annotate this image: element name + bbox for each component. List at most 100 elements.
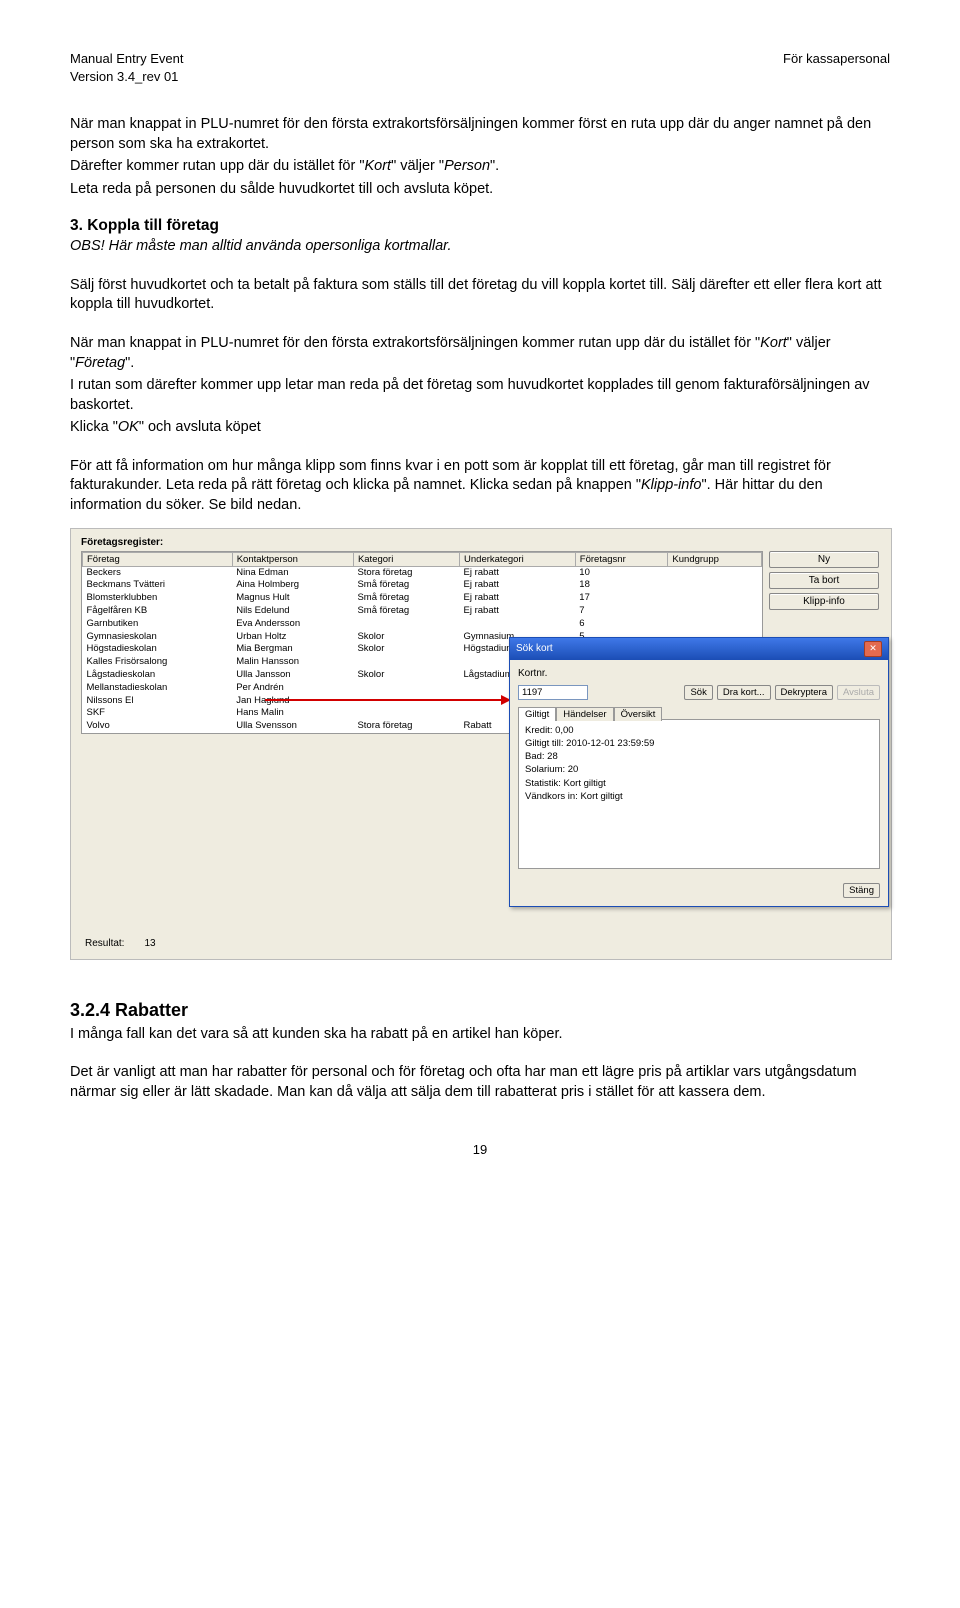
table-cell: Ulla Jansson <box>232 669 353 682</box>
table-cell: Ej rabatt <box>460 566 576 579</box>
tab-oversikt[interactable]: Översikt <box>614 707 663 721</box>
para-8: För att få information om hur många klip… <box>70 457 890 516</box>
doc-audience: För kassapersonal <box>783 50 890 68</box>
table-row[interactable]: Fågelfåren KBNils EdelundSmå företagEj r… <box>83 605 762 618</box>
card-info-line: Kredit: 0,00 <box>525 724 873 737</box>
sok-button[interactable]: Sök <box>684 685 712 700</box>
table-cell <box>668 592 762 605</box>
table-cell <box>668 618 762 631</box>
table-cell <box>668 605 762 618</box>
dra-kort-button[interactable]: Dra kort... <box>717 685 771 700</box>
klipp-info-button[interactable]: Klipp-info <box>769 593 879 610</box>
table-cell: Beckers <box>83 566 233 579</box>
table-cell <box>353 707 459 720</box>
table-cell: Fågelfåren KB <box>83 605 233 618</box>
para-obs: OBS! Här måste man alltid använda operso… <box>70 237 890 257</box>
page-number: 19 <box>70 1142 890 1157</box>
card-info-line: Statistik: Kort giltigt <box>525 777 873 790</box>
table-header[interactable]: Kundgrupp <box>668 552 762 566</box>
table-cell: Urban Holtz <box>232 631 353 644</box>
table-cell: Per Andrén <box>232 682 353 695</box>
dekryptera-button[interactable]: Dekryptera <box>775 685 833 700</box>
table-cell: Blomsterklubben <box>83 592 233 605</box>
card-info-line: Solarium: 20 <box>525 763 873 776</box>
doc-title: Manual Entry Event <box>70 50 183 68</box>
card-info-line: Giltigt till: 2010-12-01 23:59:59 <box>525 737 873 750</box>
panel-label: Företagsregister: <box>81 537 163 548</box>
table-cell: Kalles Frisörsalong <box>83 656 233 669</box>
table-header[interactable]: Kategori <box>353 552 459 566</box>
table-cell: Ej rabatt <box>460 592 576 605</box>
table-row[interactable]: BlomsterklubbenMagnus HultSmå företagEj … <box>83 592 762 605</box>
result-value: 13 <box>144 938 155 949</box>
para-5: När man knappat in PLU-numret för den fö… <box>70 334 890 373</box>
table-cell: Skolor <box>353 643 459 656</box>
table-row[interactable]: GarnbutikenEva Andersson6 <box>83 618 762 631</box>
section-heading-koppla: 3. Koppla till företag <box>70 217 890 235</box>
table-cell <box>353 618 459 631</box>
annotation-arrow <box>265 699 505 701</box>
table-header[interactable]: Underkategori <box>460 552 576 566</box>
stang-button[interactable]: Stäng <box>843 883 880 898</box>
rabatter-p2: Det är vanligt att man har rabatter för … <box>70 1063 890 1102</box>
table-cell: SKF <box>83 707 233 720</box>
table-cell: Aina Holmberg <box>232 579 353 592</box>
table-cell: Jan Haglund <box>232 695 353 708</box>
close-icon[interactable]: ✕ <box>864 641 882 657</box>
table-header[interactable]: Kontaktperson <box>232 552 353 566</box>
table-cell: Gymnasieskolan <box>83 631 233 644</box>
delete-button[interactable]: Ta bort <box>769 572 879 589</box>
table-cell <box>353 695 459 708</box>
table-cell: Ulla Svensson <box>232 720 353 733</box>
table-cell: Mellanstadieskolan <box>83 682 233 695</box>
table-cell: Malin Hansson <box>232 656 353 669</box>
result-label: Resultat: <box>85 938 124 949</box>
table-header[interactable]: Företagsnr <box>575 552 668 566</box>
table-cell: Skolor <box>353 669 459 682</box>
card-info-listbox: Kredit: 0,00Giltigt till: 2010-12-01 23:… <box>518 719 880 869</box>
table-cell: 10 <box>575 566 668 579</box>
table-cell: Nils Edelund <box>232 605 353 618</box>
new-button[interactable]: Ny <box>769 551 879 568</box>
tab-handelser[interactable]: Händelser <box>556 707 613 721</box>
table-cell: 7 <box>575 605 668 618</box>
para-4: Sälj först huvudkortet och ta betalt på … <box>70 276 890 315</box>
para-1: När man knappat in PLU-numret för den fö… <box>70 115 890 154</box>
table-cell <box>460 618 576 631</box>
table-cell: 6 <box>575 618 668 631</box>
table-cell: Hans Malin <box>232 707 353 720</box>
table-cell: Lågstadieskolan <box>83 669 233 682</box>
table-cell: Beckmans Tvätteri <box>83 579 233 592</box>
table-cell: Skolor <box>353 631 459 644</box>
sok-kort-dialog: Sök kort ✕ Kortnr. 1197 Sök Dra kort... … <box>509 637 889 907</box>
tab-giltigt[interactable]: Giltigt <box>518 707 556 721</box>
para-7: Klicka "OK" och avsluta köpet <box>70 418 890 438</box>
para-6: I rutan som därefter kommer upp letar ma… <box>70 376 890 415</box>
table-cell <box>353 656 459 669</box>
table-cell: Volvo <box>83 720 233 733</box>
table-cell: Ej rabatt <box>460 579 576 592</box>
table-header[interactable]: Företag <box>83 552 233 566</box>
rabatter-p1: I många fall kan det vara så att kunden … <box>70 1025 890 1045</box>
table-cell: Nilssons El <box>83 695 233 708</box>
table-cell: 18 <box>575 579 668 592</box>
screenshot-foretagsregister: Företagsregister: FöretagKontaktpersonKa… <box>70 528 892 960</box>
table-cell: Små företag <box>353 605 459 618</box>
table-cell <box>353 682 459 695</box>
body-text: När man knappat in PLU-numret för den fö… <box>70 115 890 515</box>
dialog-title: Sök kort <box>516 643 553 654</box>
kortnr-input[interactable]: 1197 <box>518 685 588 700</box>
section-heading-rabatter: 3.2.4 Rabatter <box>70 1000 890 1021</box>
table-row[interactable]: BeckersNina EdmanStora företagEj rabatt1… <box>83 566 762 579</box>
table-cell: Små företag <box>353 592 459 605</box>
kortnr-label: Kortnr. <box>518 668 547 679</box>
table-cell: Nina Edman <box>232 566 353 579</box>
table-cell <box>668 566 762 579</box>
table-cell: Magnus Hult <box>232 592 353 605</box>
table-cell: Högstadieskolan <box>83 643 233 656</box>
table-row[interactable]: Beckmans TvätteriAina HolmbergSmå företa… <box>83 579 762 592</box>
page-header: Manual Entry Event Version 3.4_rev 01 Fö… <box>70 50 890 85</box>
doc-version: Version 3.4_rev 01 <box>70 68 183 86</box>
card-info-line: Bad: 28 <box>525 750 873 763</box>
card-info-line: Vändkors in: Kort giltigt <box>525 790 873 803</box>
